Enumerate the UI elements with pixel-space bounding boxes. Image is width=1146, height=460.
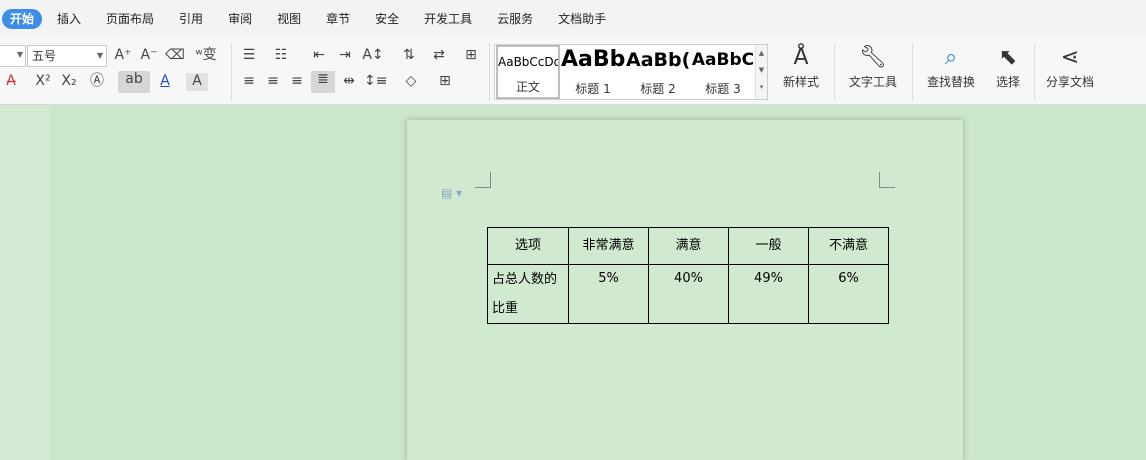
borders-icon[interactable]: ⊞ bbox=[434, 73, 456, 91]
tab-home[interactable]: 开始 bbox=[2, 8, 43, 29]
font-name-select[interactable]: ▼ bbox=[0, 45, 26, 67]
ribbon: ▼ 五号 ▼ A⁺ A⁻ ⌫ ʷ变 A̶ X² X₂ Ⓐ ab A A ☰ ☷ … bbox=[0, 37, 1146, 105]
style-normal[interactable]: AaBbCcDd 正文 bbox=[496, 45, 560, 99]
find-replace-button[interactable]: ⌕ 查找替换 bbox=[920, 43, 982, 101]
separator bbox=[489, 43, 490, 101]
strikethrough-icon[interactable]: A̶ bbox=[0, 73, 22, 91]
left-margin-shade bbox=[0, 106, 50, 460]
highlight-icon[interactable]: ab bbox=[118, 71, 150, 93]
increase-font-icon[interactable]: A⁺ bbox=[112, 47, 134, 65]
paragraph-menu-icon[interactable]: ▤ ▾ bbox=[441, 186, 462, 200]
font-size-value: 五号 bbox=[32, 49, 57, 63]
wrench-icon: 🔧︎ bbox=[859, 45, 887, 70]
table-header-cell[interactable]: 非常满意 bbox=[568, 227, 649, 265]
indent-decrease-icon[interactable]: ⇤ bbox=[308, 47, 330, 65]
separator bbox=[1034, 43, 1035, 101]
table-cell[interactable]: 6% bbox=[808, 264, 889, 324]
table-header-cell[interactable]: 满意 bbox=[648, 227, 729, 265]
table-cell[interactable]: 占总人数的比重 bbox=[487, 264, 569, 324]
select-button[interactable]: ⬉ 选择 bbox=[988, 43, 1028, 101]
text-effect-icon[interactable]: Ⓐ bbox=[86, 73, 108, 91]
margin-corner-mark bbox=[475, 172, 491, 188]
font-color-icon[interactable]: A bbox=[154, 73, 176, 91]
gallery-scroll[interactable]: ▲ ▼ ▾ bbox=[755, 45, 767, 99]
font-size-select[interactable]: 五号 ▼ bbox=[27, 45, 107, 67]
decrease-font-icon[interactable]: A⁻ bbox=[138, 47, 160, 65]
search-icon: ⌕ bbox=[944, 45, 958, 70]
tab-review[interactable]: 审阅 bbox=[218, 9, 262, 29]
align-left-icon[interactable]: ≡ bbox=[238, 73, 260, 91]
style-gallery: AaBbCcDd 正文 AaBb 标题 1 AaBb( 标题 2 AaBbC 标… bbox=[494, 44, 768, 100]
style-heading-3[interactable]: AaBbC 标题 3 bbox=[691, 45, 755, 99]
new-style-button[interactable]: Å 新样式 bbox=[776, 43, 826, 101]
sort-icon[interactable]: ⇅ bbox=[398, 47, 420, 65]
cursor-icon: ⬉ bbox=[998, 45, 1018, 70]
bullets-icon[interactable]: ☰ bbox=[238, 47, 260, 65]
tab-security[interactable]: 安全 bbox=[365, 9, 409, 29]
table-cell[interactable]: 5% bbox=[568, 264, 649, 324]
table-header-cell[interactable]: 不满意 bbox=[808, 227, 889, 265]
tab-section[interactable]: 章节 bbox=[316, 9, 360, 29]
line-spacing-adjust-icon[interactable]: ⇄ bbox=[428, 47, 450, 65]
indent-increase-icon[interactable]: ⇥ bbox=[334, 47, 356, 65]
tab-doc-assistant[interactable]: 文档助手 bbox=[548, 9, 616, 29]
style-heading-2[interactable]: AaBb( 标题 2 bbox=[626, 45, 690, 99]
survey-table: 选项 非常满意 满意 一般 不满意 占总人数的比重 5% 40% 49% 6% bbox=[487, 227, 889, 324]
tab-references[interactable]: 引用 bbox=[169, 9, 213, 29]
superscript-icon[interactable]: X² bbox=[32, 73, 54, 91]
line-spacing-icon[interactable]: ↕≡ bbox=[364, 73, 387, 91]
clear-format-icon[interactable]: ⌫ bbox=[164, 47, 186, 65]
table-grid-icon[interactable]: ⊞ bbox=[460, 47, 482, 65]
justify-icon[interactable]: ≣ bbox=[311, 71, 335, 93]
new-style-icon: Å bbox=[793, 45, 809, 70]
subscript-icon[interactable]: X₂ bbox=[58, 73, 80, 91]
margin-corner-mark bbox=[879, 172, 895, 188]
char-shading-icon[interactable]: A bbox=[186, 73, 208, 91]
align-right-icon[interactable]: ≡ bbox=[286, 73, 308, 91]
tab-developer[interactable]: 开发工具 bbox=[414, 9, 482, 29]
tab-view[interactable]: 视图 bbox=[267, 9, 311, 29]
share-doc-button[interactable]: ⋖ 分享文档 bbox=[1042, 43, 1098, 101]
separator bbox=[231, 43, 232, 101]
chevron-down-icon: ▼ bbox=[96, 51, 103, 60]
phonetic-icon[interactable]: ʷ变 bbox=[192, 47, 220, 65]
numbering-icon[interactable]: ☷ bbox=[270, 47, 292, 65]
menu-bar: 开始 插入 页面布局 引用 审阅 视图 章节 安全 开发工具 云服务 文档助手 bbox=[0, 0, 1146, 37]
style-heading-1[interactable]: AaBb 标题 1 bbox=[561, 45, 625, 99]
text-direction-icon[interactable]: A↕ bbox=[362, 47, 384, 65]
table-header-cell[interactable]: 选项 bbox=[487, 227, 569, 265]
document-area: ▤ ▾ 选项 非常满意 满意 一般 不满意 占总人数的比重 5% 40% 49%… bbox=[0, 106, 1146, 460]
text-tools-button[interactable]: 🔧︎ 文字工具 bbox=[842, 43, 904, 101]
distributed-icon[interactable]: ⇹ bbox=[338, 73, 360, 91]
table-header-cell[interactable]: 一般 bbox=[728, 227, 809, 265]
document-page[interactable]: ▤ ▾ 选项 非常满意 满意 一般 不满意 占总人数的比重 5% 40% 49%… bbox=[407, 120, 963, 460]
table-row: 选项 非常满意 满意 一般 不满意 bbox=[487, 227, 889, 265]
tab-cloud[interactable]: 云服务 bbox=[487, 9, 543, 29]
table-cell[interactable]: 40% bbox=[648, 264, 729, 324]
tab-page-layout[interactable]: 页面布局 bbox=[96, 9, 164, 29]
table-cell[interactable]: 49% bbox=[728, 264, 809, 324]
tab-insert[interactable]: 插入 bbox=[47, 9, 91, 29]
align-center-icon[interactable]: ≡ bbox=[262, 73, 284, 91]
separator bbox=[912, 43, 913, 101]
separator bbox=[834, 43, 835, 101]
table-row: 占总人数的比重 5% 40% 49% 6% bbox=[487, 264, 889, 324]
share-icon: ⋖ bbox=[1060, 45, 1080, 70]
shading-icon[interactable]: ◇ bbox=[400, 73, 422, 91]
